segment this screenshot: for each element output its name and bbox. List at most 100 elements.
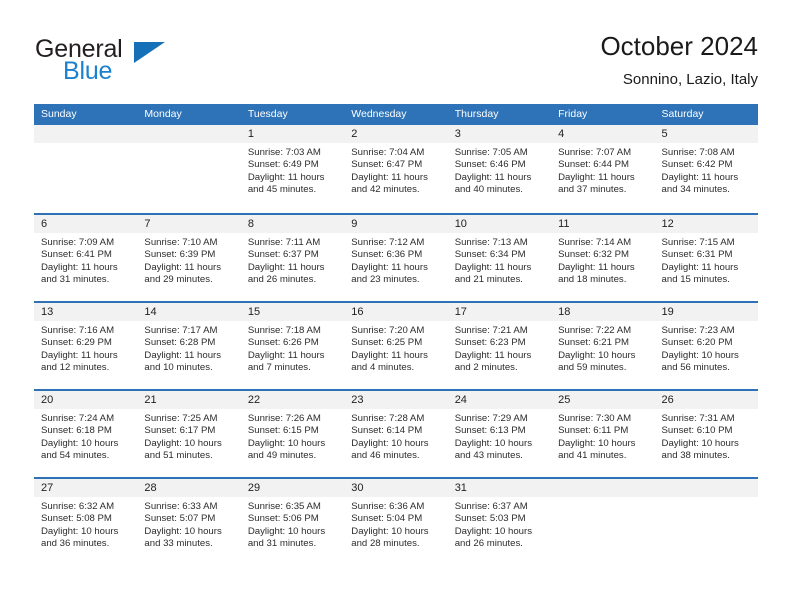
day-number: 19 xyxy=(654,303,758,321)
day-number xyxy=(137,125,241,143)
day-cell[interactable]: 10 Sunrise: 7:13 AM Sunset: 6:34 PM Dayl… xyxy=(447,215,552,301)
calendar-page: General Blue October 2024 Sonnino, Lazio… xyxy=(0,0,792,612)
day-number: 3 xyxy=(447,125,552,143)
daylight-text: Daylight: 10 hours and 31 minutes. xyxy=(247,525,326,550)
sunset-text: Sunset: 6:28 PM xyxy=(144,337,216,349)
day-cell[interactable]: 29 Sunrise: 6:35 AM Sunset: 5:06 PM Dayl… xyxy=(240,479,345,565)
day-number: 9 xyxy=(344,215,448,233)
day-info: Sunrise: 7:28 AM Sunset: 6:14 PM Dayligh… xyxy=(344,409,447,463)
day-cell[interactable]: 6 Sunrise: 7:09 AM Sunset: 6:41 PM Dayli… xyxy=(34,215,138,301)
daylight-text: Daylight: 10 hours and 28 minutes. xyxy=(351,525,429,550)
day-cell[interactable]: 22 Sunrise: 7:26 AM Sunset: 6:15 PM Dayl… xyxy=(240,391,345,477)
day-cell[interactable]: 13 Sunrise: 7:16 AM Sunset: 6:29 PM Dayl… xyxy=(34,303,138,389)
day-info: Sunrise: 7:31 AM Sunset: 6:10 PM Dayligh… xyxy=(655,409,758,463)
daylight-text: Daylight: 10 hours and 41 minutes. xyxy=(558,437,636,462)
sunset-text: Sunset: 6:44 PM xyxy=(558,159,630,171)
day-info: Sunrise: 6:32 AM Sunset: 5:08 PM Dayligh… xyxy=(34,497,137,551)
day-number: 2 xyxy=(344,125,448,143)
day-cell[interactable]: 26 Sunrise: 7:31 AM Sunset: 6:10 PM Dayl… xyxy=(654,391,758,477)
day-info xyxy=(551,497,654,501)
sunset-text: Sunset: 6:21 PM xyxy=(558,337,630,349)
day-cell[interactable]: 23 Sunrise: 7:28 AM Sunset: 6:14 PM Dayl… xyxy=(344,391,448,477)
calendar-grid: Sunday Monday Tuesday Wednesday Thursday… xyxy=(34,104,758,565)
sunrise-text: Sunrise: 7:16 AM xyxy=(41,325,115,336)
day-number: 6 xyxy=(34,215,138,233)
day-cell[interactable]: 5 Sunrise: 7:08 AM Sunset: 6:42 PM Dayli… xyxy=(654,125,758,213)
day-number: 5 xyxy=(654,125,758,143)
day-cell[interactable] xyxy=(34,125,138,213)
general-blue-logo: General Blue xyxy=(35,36,265,91)
day-cell[interactable]: 4 Sunrise: 7:07 AM Sunset: 6:44 PM Dayli… xyxy=(551,125,655,213)
day-cell[interactable]: 16 Sunrise: 7:20 AM Sunset: 6:25 PM Dayl… xyxy=(344,303,448,389)
day-cell[interactable]: 7 Sunrise: 7:10 AM Sunset: 6:39 PM Dayli… xyxy=(137,215,241,301)
day-cell[interactable]: 31 Sunrise: 6:37 AM Sunset: 5:03 PM Dayl… xyxy=(447,479,552,565)
sunset-text: Sunset: 6:14 PM xyxy=(351,425,423,437)
sunset-text: Sunset: 5:03 PM xyxy=(454,513,526,525)
day-cell[interactable]: 8 Sunrise: 7:11 AM Sunset: 6:37 PM Dayli… xyxy=(240,215,345,301)
weekday-header-sunday: Sunday xyxy=(41,108,77,120)
sunrise-text: Sunrise: 7:07 AM xyxy=(558,147,632,158)
day-info: Sunrise: 7:15 AM Sunset: 6:31 PM Dayligh… xyxy=(655,233,758,287)
day-info: Sunrise: 7:10 AM Sunset: 6:39 PM Dayligh… xyxy=(137,233,240,287)
day-cell[interactable]: 14 Sunrise: 7:17 AM Sunset: 6:28 PM Dayl… xyxy=(137,303,241,389)
day-cell[interactable]: 11 Sunrise: 7:14 AM Sunset: 6:32 PM Dayl… xyxy=(551,215,655,301)
day-number: 8 xyxy=(240,215,345,233)
day-number: 24 xyxy=(447,391,552,409)
sunrise-text: Sunrise: 7:20 AM xyxy=(351,325,425,336)
sunset-text: Sunset: 6:13 PM xyxy=(454,425,526,437)
day-number: 31 xyxy=(447,479,552,497)
day-cell[interactable]: 27 Sunrise: 6:32 AM Sunset: 5:08 PM Dayl… xyxy=(34,479,138,565)
sunset-text: Sunset: 6:18 PM xyxy=(41,425,112,437)
day-number: 14 xyxy=(137,303,241,321)
daylight-text: Daylight: 11 hours and 10 minutes. xyxy=(144,349,222,374)
day-cell[interactable]: 17 Sunrise: 7:21 AM Sunset: 6:23 PM Dayl… xyxy=(447,303,552,389)
day-cell[interactable]: 9 Sunrise: 7:12 AM Sunset: 6:36 PM Dayli… xyxy=(344,215,448,301)
day-cell[interactable]: 18 Sunrise: 7:22 AM Sunset: 6:21 PM Dayl… xyxy=(551,303,655,389)
daylight-text: Daylight: 11 hours and 15 minutes. xyxy=(661,261,739,286)
day-number: 25 xyxy=(551,391,655,409)
day-info: Sunrise: 7:09 AM Sunset: 6:41 PM Dayligh… xyxy=(34,233,137,287)
day-cell[interactable] xyxy=(551,479,655,565)
day-cell[interactable]: 25 Sunrise: 7:30 AM Sunset: 6:11 PM Dayl… xyxy=(551,391,655,477)
daylight-text: Daylight: 10 hours and 36 minutes. xyxy=(41,525,119,550)
calendar-week-row: 6 Sunrise: 7:09 AM Sunset: 6:41 PM Dayli… xyxy=(34,213,758,301)
sunrise-text: Sunrise: 7:10 AM xyxy=(144,237,218,248)
day-info: Sunrise: 7:08 AM Sunset: 6:42 PM Dayligh… xyxy=(655,143,758,197)
sunset-text: Sunset: 5:07 PM xyxy=(144,513,216,525)
sunset-text: Sunset: 5:06 PM xyxy=(247,513,319,525)
day-cell[interactable]: 19 Sunrise: 7:23 AM Sunset: 6:20 PM Dayl… xyxy=(654,303,758,389)
day-cell[interactable]: 20 Sunrise: 7:24 AM Sunset: 6:18 PM Dayl… xyxy=(34,391,138,477)
day-cell[interactable]: 15 Sunrise: 7:18 AM Sunset: 6:26 PM Dayl… xyxy=(240,303,345,389)
day-cell[interactable] xyxy=(137,125,241,213)
day-cell[interactable]: 24 Sunrise: 7:29 AM Sunset: 6:13 PM Dayl… xyxy=(447,391,552,477)
sunrise-text: Sunrise: 7:15 AM xyxy=(661,237,735,248)
daylight-text: Daylight: 11 hours and 23 minutes. xyxy=(351,261,428,286)
sunset-text: Sunset: 6:37 PM xyxy=(247,249,319,261)
sunrise-text: Sunrise: 7:29 AM xyxy=(454,413,528,424)
day-cell[interactable]: 21 Sunrise: 7:25 AM Sunset: 6:17 PM Dayl… xyxy=(137,391,241,477)
day-info: Sunrise: 7:05 AM Sunset: 6:46 PM Dayligh… xyxy=(448,143,551,197)
sunset-text: Sunset: 6:49 PM xyxy=(247,159,319,171)
sunrise-text: Sunrise: 7:22 AM xyxy=(558,325,632,336)
day-cell[interactable]: 12 Sunrise: 7:15 AM Sunset: 6:31 PM Dayl… xyxy=(654,215,758,301)
day-cell[interactable]: 2 Sunrise: 7:04 AM Sunset: 6:47 PM Dayli… xyxy=(344,125,448,213)
sunset-text: Sunset: 6:25 PM xyxy=(351,337,423,349)
sunrise-text: Sunrise: 7:17 AM xyxy=(144,325,218,336)
daylight-text: Daylight: 10 hours and 56 minutes. xyxy=(661,349,739,374)
day-info: Sunrise: 7:03 AM Sunset: 6:49 PM Dayligh… xyxy=(241,143,344,197)
day-cell[interactable]: 28 Sunrise: 6:33 AM Sunset: 5:07 PM Dayl… xyxy=(137,479,241,565)
sunrise-text: Sunrise: 7:18 AM xyxy=(247,325,321,336)
daylight-text: Daylight: 11 hours and 40 minutes. xyxy=(454,171,532,196)
day-cell[interactable] xyxy=(654,479,758,565)
day-cell[interactable]: 30 Sunrise: 6:36 AM Sunset: 5:04 PM Dayl… xyxy=(344,479,448,565)
logo-text-blue: Blue xyxy=(63,57,113,85)
day-cell[interactable]: 3 Sunrise: 7:05 AM Sunset: 6:46 PM Dayli… xyxy=(447,125,552,213)
sunrise-text: Sunrise: 7:28 AM xyxy=(351,413,425,424)
day-info: Sunrise: 7:25 AM Sunset: 6:17 PM Dayligh… xyxy=(137,409,240,463)
sunset-text: Sunset: 6:34 PM xyxy=(454,249,526,261)
location-subtitle: Sonnino, Lazio, Italy xyxy=(622,71,758,88)
sunrise-text: Sunrise: 7:09 AM xyxy=(41,237,115,248)
day-cell[interactable]: 1 Sunrise: 7:03 AM Sunset: 6:49 PM Dayli… xyxy=(240,125,345,213)
sunset-text: Sunset: 6:39 PM xyxy=(144,249,216,261)
day-number: 23 xyxy=(344,391,448,409)
